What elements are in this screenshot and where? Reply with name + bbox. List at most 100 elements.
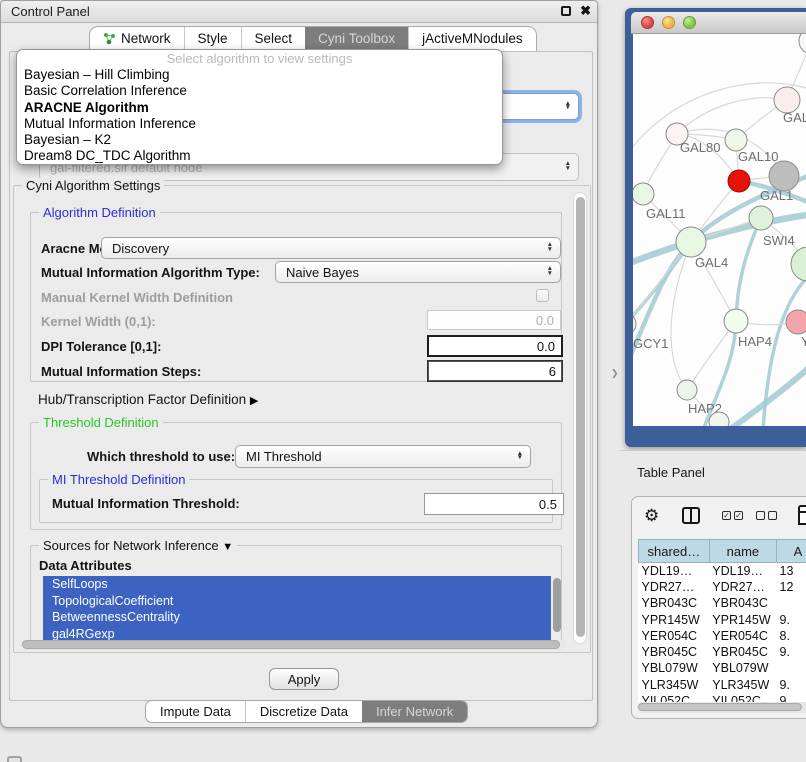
table-row[interactable]: YDR27…YDR27…12 [639,579,806,595]
apply-button[interactable]: Apply [269,668,339,690]
settings-horizontal-scrollbar-thumb[interactable] [22,640,560,649]
aracne-mode-combobox[interactable]: Discovery ▲▼ [101,237,561,259]
network-node[interactable] [725,129,747,151]
close-icon[interactable]: ✖ [580,3,591,19]
table-row[interactable]: YPR145WYPR145W9. [639,611,806,627]
node-attribute-table[interactable]: shared…nameAYDL19…YDL19…13YDR27…YDR27…12… [638,539,806,709]
network-node-label: GAL80 [680,140,720,155]
select-all-columns-icon[interactable]: ✓ ✓ [722,511,743,520]
tab-label: Cyni Toolbox [318,31,395,46]
mi-type-value: Naive Bayes [286,265,359,280]
settings-vertical-scrollbar-thumb[interactable] [576,197,585,637]
table-cell: YER054C [709,628,776,644]
control-panel-titlebar: Control Panel ✖ [1,1,597,23]
columns-icon[interactable] [682,507,700,524]
settings-vertical-scrollbar[interactable] [573,192,587,644]
table-cell: 9. [777,677,806,693]
attribute-list-item-selected[interactable]: TopologicalCoefficient [43,593,551,610]
close-traffic-light-icon[interactable] [641,16,654,29]
combo-arrows-icon: ▲▼ [565,162,571,172]
network-node[interactable] [769,161,799,191]
table-row[interactable]: YBR043CYBR043C [639,595,806,611]
minimize-traffic-light-icon[interactable] [662,16,675,29]
table-cell: YBL079W [639,660,710,676]
network-node[interactable] [676,227,706,257]
network-node[interactable] [677,380,697,400]
network-node[interactable] [786,310,806,334]
mi-type-combobox[interactable]: Naive Bayes ▲▼ [275,261,561,283]
control-panel-title: Control Panel [11,4,90,19]
attribute-list-item-selected[interactable]: BetweennessCentrality [43,609,551,626]
algorithm-option[interactable]: Mutual Information Inference [17,116,502,132]
network-node[interactable] [728,170,750,192]
hub-definition-label: Hub/Transcription Factor Definition [38,392,246,407]
tab-label: Network [121,31,171,46]
network-node[interactable] [749,206,773,230]
gear-icon[interactable]: ⚙ [644,506,659,526]
split-pane-divider-arrow[interactable]: ❯ [611,368,619,379]
attribute-list-scrollbar-thumb[interactable] [553,578,561,632]
table-scrollbar-thumb[interactable] [638,703,802,711]
mi-threshold-group: MI Threshold Definition Mutual Informati… [39,479,553,523]
network-edge[interactable] [687,321,736,390]
table-row[interactable]: YBL079WYBL079W [639,660,806,676]
collapsed-triangle-icon: ▶ [250,395,258,407]
algorithm-option[interactable]: Bayesian – Hill Climbing [17,67,502,83]
bottom-tab-infer-network[interactable]: Infer Network [362,701,467,722]
manual-kernel-checkbox[interactable] [536,289,549,302]
settings-horizontal-scrollbar[interactable] [20,640,566,650]
algorithm-option[interactable]: Basic Correlation Inference [17,83,502,99]
network-edge[interactable] [677,98,787,134]
table-row[interactable]: YLR345WYLR345W9. [639,677,806,693]
algorithm-placeholder: Select algorithm to view settings [17,51,502,67]
table-column-header[interactable]: A [777,540,806,563]
network-node[interactable] [791,247,806,281]
mi-threshold-field[interactable] [424,493,564,515]
network-node[interactable] [633,183,654,205]
table-cell: YPR145W [639,611,710,627]
docked-panel-icon[interactable] [7,756,22,762]
table-row[interactable]: YBR045CYBR045C9. [639,644,806,660]
network-tab-icon [103,31,116,48]
dpi-tolerance-field[interactable] [427,335,563,357]
table-panel-title: Table Panel [637,465,705,480]
kernel-width-field[interactable] [427,310,561,330]
table-cell: YDR27… [639,579,710,595]
table-cell: YDL19… [709,563,776,579]
hub-definition-toggle[interactable]: Hub/Transcription Factor Definition ▶ [38,392,258,407]
mi-steps-field[interactable] [427,360,563,382]
network-node[interactable] [799,34,806,54]
which-threshold-combobox[interactable]: MI Threshold ▲▼ [235,445,531,468]
zoom-traffic-light-icon[interactable] [683,16,696,29]
network-graph-canvas[interactable]: GALGAL80GAL10GAL1GAL11SWI4GAL4HAP4YGCY1H… [633,34,806,426]
network-node[interactable] [724,309,748,333]
table-cell: 8. [777,628,806,644]
algorithm-definition-group: Algorithm Definition Aracne Mode: Discov… [30,212,562,382]
threshold-definition-title: Threshold Definition [39,415,163,430]
table-horizontal-scrollbar[interactable] [637,702,806,713]
algorithm-option[interactable]: Dream8 DC_TDC Algorithm [17,148,502,164]
attribute-list-item-selected[interactable]: SelfLoops [43,576,551,593]
table-panel-toolbar: ⚙ ✓ ✓ [632,505,806,531]
algorithm-option[interactable]: ARACNE Algorithm [17,100,502,116]
threshold-definition-group: Threshold Definition Which threshold to … [30,422,562,530]
manual-kernel-label: Manual Kernel Width Definition [41,290,233,305]
dpi-tolerance-label: DPI Tolerance [0,1]: [41,339,161,354]
table-cell [777,660,806,676]
algorithm-option[interactable]: Bayesian – K2 [17,132,502,148]
algorithm-definition-title: Algorithm Definition [39,205,160,220]
new-table-icon[interactable] [798,505,806,525]
bottom-tab-discretize-data[interactable]: Discretize Data [245,701,362,722]
combo-arrows-icon: ▲▼ [565,102,571,112]
sources-title-text: Sources for Network Inference [43,538,219,553]
bottom-tab-impute-data[interactable]: Impute Data [146,701,245,722]
table-column-header[interactable]: shared… [639,540,710,563]
float-window-icon[interactable] [561,6,571,16]
table-cell [777,595,806,611]
unselect-all-columns-icon[interactable] [756,511,777,520]
table-row[interactable]: YER054CYER054C8. [639,628,806,644]
data-attributes-list: SelfLoopsTopologicalCoefficientBetweenne… [43,576,551,642]
table-row[interactable]: YDL19…YDL19…13 [639,563,806,579]
expanded-triangle-icon[interactable]: ▼ [222,541,233,553]
table-column-header[interactable]: name [709,540,776,563]
